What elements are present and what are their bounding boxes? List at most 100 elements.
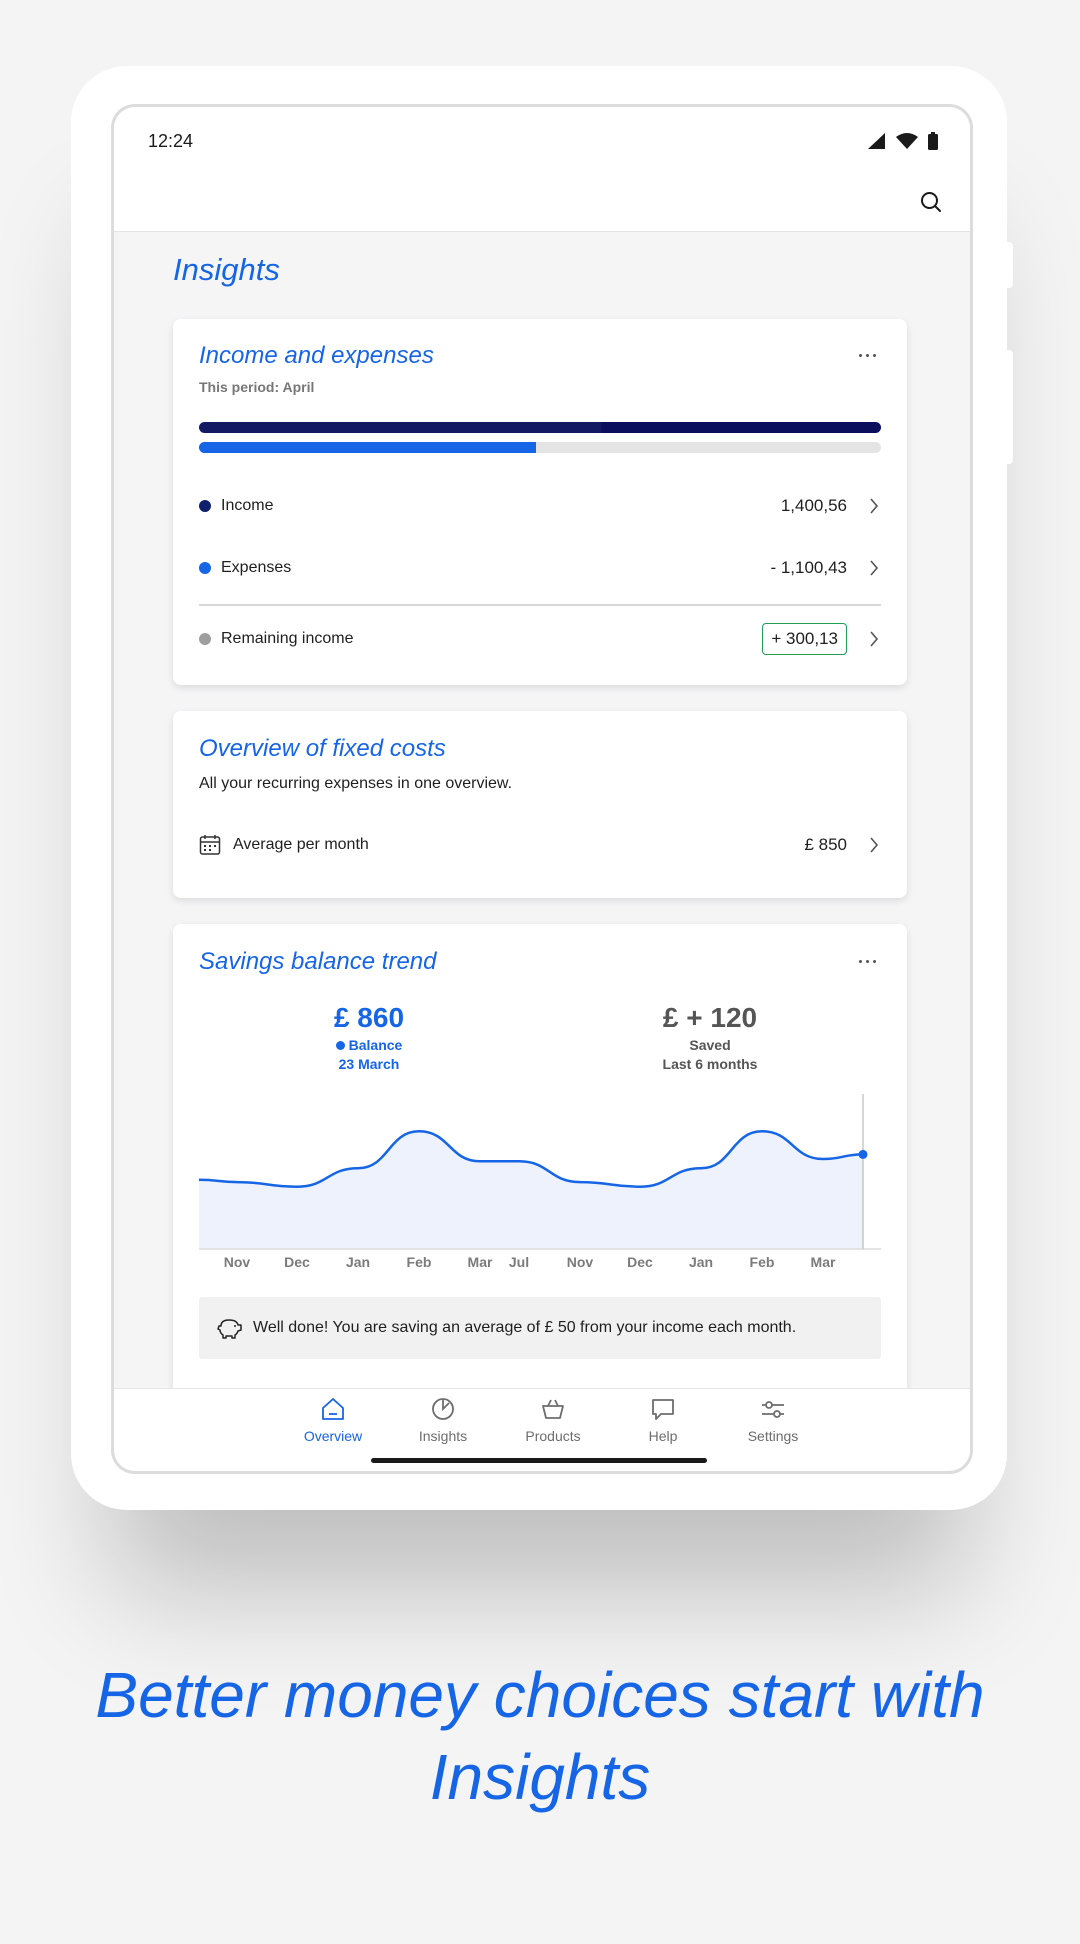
expenses-value: - 1,100,43 [770, 558, 847, 577]
savings-card-title: Savings balance trend [199, 948, 437, 975]
basket-icon [542, 1399, 564, 1419]
search-button[interactable] [914, 185, 948, 219]
expenses-dot [199, 562, 211, 574]
x-tick-label: Nov [223, 1254, 251, 1270]
headline-line-1: Better money choices start with [95, 1659, 985, 1731]
income-card-title: Income and expenses [199, 342, 434, 369]
more-dot-icon [872, 959, 876, 963]
app-bar [114, 175, 970, 232]
expenses-label: Expenses [221, 559, 292, 576]
nav-settings[interactable]: Settings [725, 1397, 821, 1444]
nav-products[interactable]: Products [505, 1397, 601, 1444]
income-expenses-card: Income and expenses This period: April I… [173, 319, 907, 685]
chevron-right-icon [869, 630, 881, 648]
calendar-icon [199, 835, 221, 855]
system-icons [868, 132, 938, 150]
more-dot-icon [858, 959, 862, 963]
nav-help-label: Help [648, 1428, 678, 1444]
chevron-right-icon [869, 497, 881, 515]
savings-tip: Well done! You are saving an average of … [199, 1297, 881, 1359]
x-tick-label: Dec [627, 1254, 653, 1270]
nav-insights[interactable]: Insights [395, 1397, 491, 1444]
x-tick-label: Dec [284, 1254, 310, 1270]
average-per-month-row[interactable]: Average per month £ 850 [199, 830, 881, 860]
income-card-period: This period: April [199, 379, 315, 395]
balance-label: Balance [348, 1037, 403, 1053]
scroll-content[interactable]: Insights Income and expenses This period… [114, 232, 970, 1471]
fixed-costs-title: Overview of fixed costs [199, 735, 446, 762]
x-tick-label: Jan [688, 1254, 714, 1270]
expenses-bar [199, 442, 881, 453]
balance-date: 23 March [338, 1056, 400, 1072]
power-button [1007, 350, 1013, 464]
fixed-costs-card: Overview of fixed costs All your recurri… [173, 711, 907, 898]
pie-chart-icon [432, 1398, 454, 1420]
search-icon [921, 192, 941, 212]
balance-label-row: Balance [269, 1037, 469, 1053]
chart-highlight-point[interactable] [858, 1149, 868, 1159]
tablet-frame: 12:24 Insights Income and expenses This … [71, 66, 1013, 1510]
volume-button [1007, 242, 1013, 288]
balance-value: £ 860 [333, 1002, 405, 1033]
device-screen: 12:24 Insights Income and expenses This … [111, 104, 973, 1474]
balance-stat: £ 860 Balance 23 March [269, 1002, 469, 1072]
page-title: Insights [173, 252, 280, 287]
savings-trend-chart [198, 1094, 881, 1250]
headline-line-2: Insights [429, 1741, 651, 1813]
fixed-costs-subtitle: All your recurring expenses in one overv… [199, 775, 513, 792]
income-row[interactable]: Income 1,400,56 [199, 491, 881, 521]
remaining-dot [199, 633, 211, 645]
nav-help[interactable]: Help [615, 1397, 711, 1444]
status-time: 12:24 [148, 130, 194, 151]
savings-card-more-button[interactable] [851, 951, 883, 971]
more-dot-icon [872, 353, 876, 357]
average-per-month-label: Average per month [233, 836, 369, 853]
average-per-month-value: £ 850 [804, 835, 847, 854]
savings-tip-text: Well done! You are saving an average of … [253, 1319, 797, 1336]
saved-value: £ + 120 [662, 1002, 758, 1033]
income-dot [199, 500, 211, 512]
saved-period: Last 6 months [662, 1056, 758, 1072]
chart-area-fill [199, 1131, 863, 1249]
more-dot-icon [865, 959, 869, 963]
x-tick-label: Mar [467, 1254, 493, 1270]
income-value: 1,400,56 [780, 496, 847, 515]
expenses-bar-fill [199, 442, 536, 453]
income-bar [199, 422, 881, 433]
income-divider [199, 604, 881, 606]
x-tick-label: Jan [345, 1254, 371, 1270]
chevron-right-icon [869, 559, 881, 577]
income-bar-fill [199, 422, 881, 433]
bottom-navigation: Overview Insights Products Help Settings [114, 1388, 970, 1471]
remaining-value-badge: + 300,13 [762, 623, 847, 655]
saved-stat: £ + 120 Saved Last 6 months [610, 1002, 810, 1072]
remaining-income-row[interactable]: Remaining income + 300,13 [199, 623, 881, 655]
chevron-right-icon [869, 836, 881, 854]
signal-icon [868, 133, 885, 149]
nav-products-label: Products [525, 1428, 581, 1444]
nav-insights-label: Insights [418, 1428, 468, 1444]
status-bar: 12:24 [114, 107, 970, 175]
expenses-row[interactable]: Expenses - 1,100,43 [199, 553, 881, 583]
nav-overview[interactable]: Overview [285, 1397, 381, 1444]
more-dot-icon [865, 353, 869, 357]
home-indicator [371, 1458, 707, 1463]
chart-x-axis: Nov Dec Jan Feb Mar Jul Nov Dec Jan Feb Mar [199, 1254, 881, 1274]
x-tick-label: Nov [566, 1254, 594, 1270]
nav-settings-label: Settings [747, 1428, 799, 1444]
wifi-icon [896, 133, 918, 149]
x-tick-label: Mar [810, 1254, 836, 1270]
marketing-headline: Better money choices start with Insights [0, 1654, 1080, 1818]
saved-label: Saved [689, 1037, 731, 1053]
x-tick-label: Feb [406, 1254, 432, 1270]
income-label: Income [221, 497, 274, 514]
battery-icon [928, 132, 938, 150]
sliders-icon [762, 1401, 784, 1418]
income-card-more-button[interactable] [851, 345, 883, 365]
x-tick-label: Jul [508, 1254, 530, 1270]
balance-legend-dot [335, 1041, 345, 1050]
x-tick-label: Feb [749, 1254, 775, 1270]
home-icon [322, 1398, 344, 1420]
more-dot-icon [858, 353, 862, 357]
nav-overview-label: Overview [303, 1428, 363, 1444]
